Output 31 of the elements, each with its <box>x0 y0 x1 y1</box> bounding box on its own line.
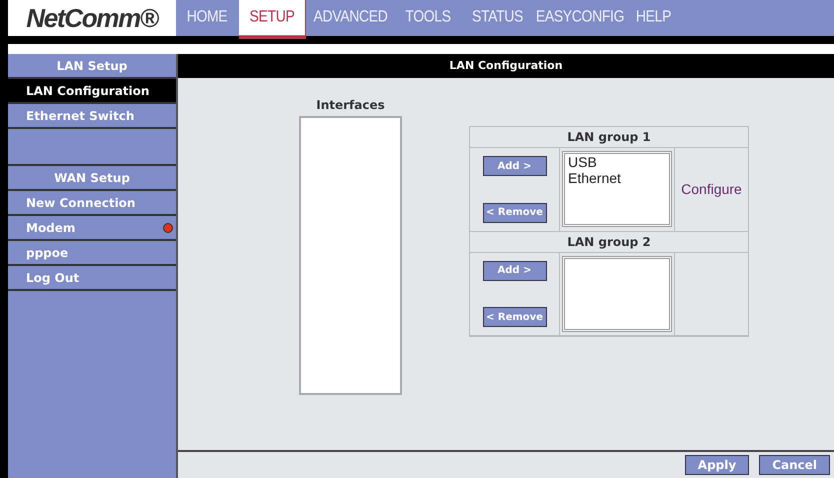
list-item[interactable]: USB <box>568 154 669 170</box>
member-list[interactable]: USB Ethernet <box>562 151 672 228</box>
member-list[interactable] <box>562 256 672 332</box>
nav-tab[interactable]: HOME <box>176 0 239 39</box>
sidebar-item[interactable]: New Connection <box>8 191 176 216</box>
configure-link[interactable]: Configure <box>681 178 742 200</box>
group-title: LAN group 2 <box>470 232 748 252</box>
remove-button[interactable]: < Remove <box>482 307 546 327</box>
sidebar-item[interactable]: Log Out <box>8 266 176 291</box>
nav-tab[interactable]: HELP <box>626 0 682 39</box>
list-item[interactable]: Ethernet <box>568 170 669 186</box>
add-button[interactable]: Add > <box>482 260 546 280</box>
action-button[interactable]: Apply <box>684 455 750 475</box>
remove-button[interactable]: < Remove <box>482 202 546 222</box>
interfaces-list[interactable] <box>299 116 402 395</box>
nav-tab[interactable]: ADVANCED <box>306 0 396 39</box>
nav-tab[interactable]: TOOLS <box>396 0 461 39</box>
logo: NetComm® <box>8 0 176 36</box>
add-button[interactable]: Add > <box>482 156 546 176</box>
sidebar-heading: WAN Setup <box>8 166 176 191</box>
sidebar-item[interactable]: pppoe <box>8 241 176 266</box>
nav-tab[interactable]: SETUP <box>239 0 306 39</box>
sidebar-item[interactable]: Modem <box>8 216 176 241</box>
sidebar-item[interactable]: LAN Configuration <box>8 79 176 104</box>
interfaces-label: Interfaces <box>316 97 385 114</box>
group-title: LAN group 1 <box>470 127 748 148</box>
nav-tab[interactable]: STATUS <box>461 0 535 39</box>
page-title: LAN Configuration <box>178 54 834 78</box>
sidebar-item[interactable]: Ethernet Switch <box>8 104 176 129</box>
nav-tab[interactable]: EASYCONFIG <box>535 0 626 39</box>
action-button[interactable]: Cancel <box>759 455 830 475</box>
